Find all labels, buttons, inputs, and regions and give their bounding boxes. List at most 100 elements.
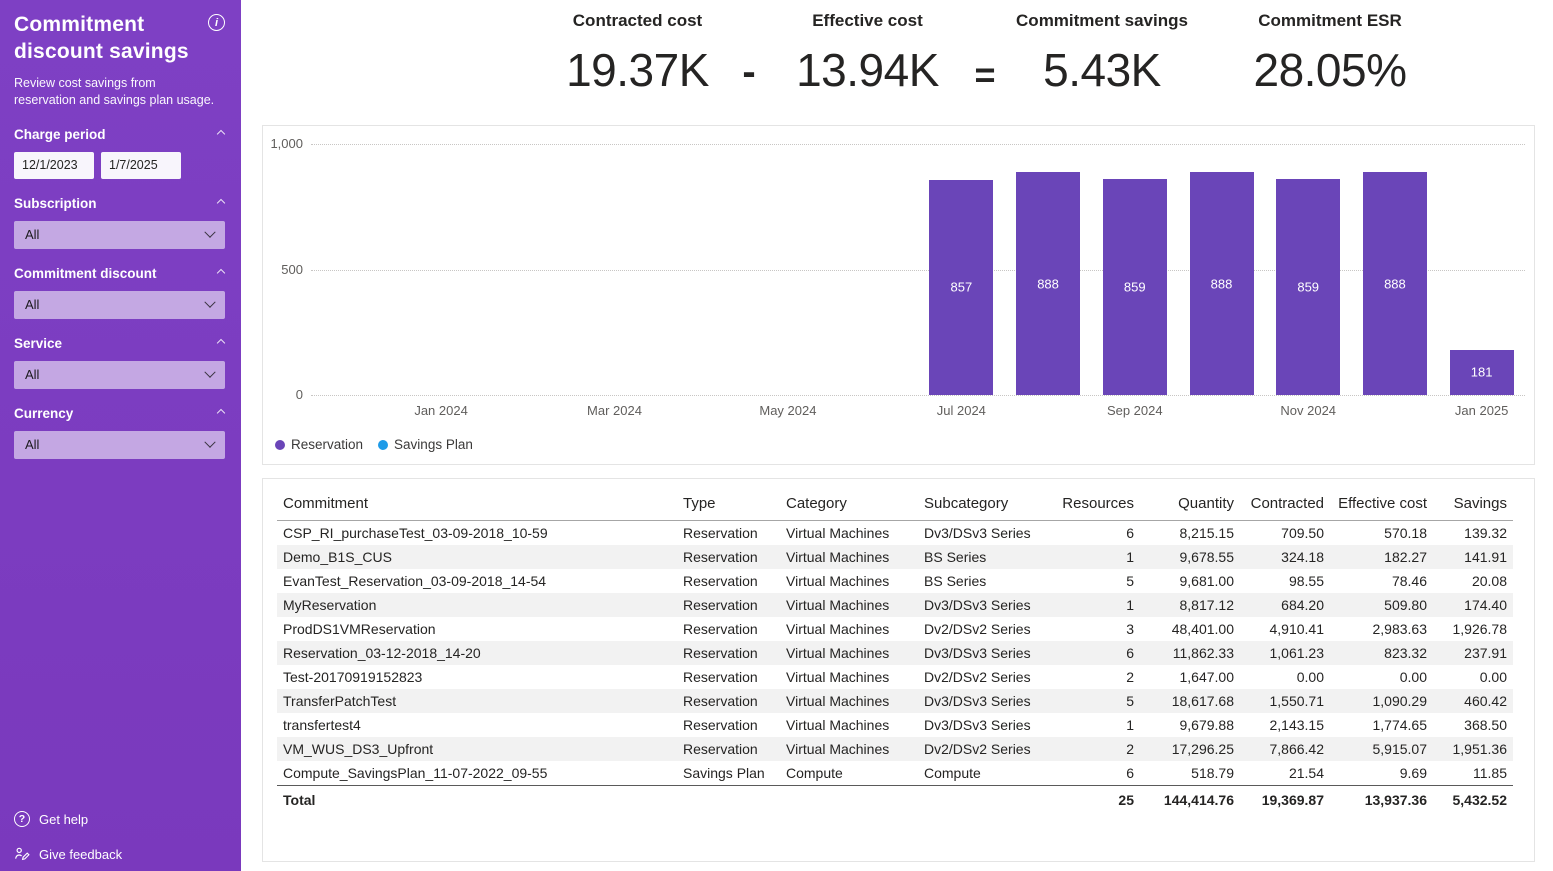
chart-plot: 0 500 1,000 Jan 2024 Mar 2024 May 2024 Jul 202…	[263, 126, 1534, 464]
bar-jan-2025[interactable]: 181	[1449, 349, 1514, 395]
total-cell: 19,369.87	[1240, 785, 1330, 812]
chevron-up-icon[interactable]	[216, 269, 226, 278]
cell: 1,951.36	[1452, 741, 1508, 757]
table-row[interactable]: ProdDS1VMReservation Reservation Virtual M…	[277, 617, 1513, 641]
bar-jul-2024[interactable]: 857	[929, 179, 994, 395]
bar-aug-2024[interactable]: 888	[1016, 172, 1081, 395]
table-row[interactable]: transfertest4 Reservation Virtual Machines…	[277, 713, 1513, 737]
subscription-dropdown[interactable]: All	[14, 220, 225, 249]
table-row[interactable]: VM_WUS_DS3_Upfront Reservation Virtual Mac…	[277, 737, 1513, 761]
table-row[interactable]: EvanTest_Reservation_03-09-2018_14-54 Res…	[277, 569, 1513, 593]
help-icon: ?	[14, 811, 30, 827]
total-cell	[918, 785, 1050, 812]
column-header-savings[interactable]: Savings	[1433, 489, 1513, 521]
feedback-icon	[15, 847, 30, 861]
table-row[interactable]: CSP_RI_purchaseTest_03-09-2018_10-59 Rese…	[277, 521, 1513, 546]
x-axis-label: Mar 2024	[587, 403, 642, 418]
service-dropdown[interactable]: All	[14, 360, 225, 389]
chevron-up-icon[interactable]	[216, 130, 226, 139]
cell: 141.91	[1464, 549, 1507, 565]
x-axis-label: Jan 2025	[1454, 403, 1509, 418]
legend-item-reservation[interactable]: Reservation	[275, 437, 363, 452]
cell: 1	[1126, 549, 1134, 565]
cell: 20.08	[1471, 573, 1507, 589]
info-icon[interactable]: i	[208, 14, 225, 31]
x-axis-label: Jul 2024	[936, 403, 986, 418]
subscription-label: Subscription	[14, 195, 97, 211]
slicer-charge-period: Charge period 12/1/2023 1/7/2025	[14, 127, 227, 179]
table-row[interactable]: Demo_B1S_CUS Reservation Virtual Machines B…	[277, 545, 1513, 569]
column-header-resources[interactable]: Resources	[1050, 489, 1140, 521]
cell: 18,617.68	[1171, 693, 1234, 709]
slicer-currency: Currency All	[14, 406, 227, 459]
column-header-quantity[interactable]: Quantity	[1140, 489, 1240, 521]
column-header-commitment[interactable]: Commitment	[277, 489, 677, 521]
legend-item-savings-plan[interactable]: Savings Plan	[378, 437, 473, 452]
cell: Virtual Machines	[786, 525, 890, 541]
cell: Dv3/DSv3 Series	[924, 597, 1031, 613]
savings-trend-chart-card: 0 500 1,000 Jan 2024 Mar 2024 May 2024 Jul 202…	[262, 125, 1535, 465]
cell: Dv3/DSv3 Series	[924, 693, 1031, 709]
slicer-service: Service All	[14, 336, 227, 389]
cell: 709.50	[1281, 525, 1324, 541]
table-row[interactable]: Reservation_03-12-2018_14-20 Reservation V…	[277, 641, 1513, 665]
bar-sep-2024[interactable]: 859	[1102, 179, 1167, 395]
bar-nov-2024[interactable]: 859	[1276, 179, 1341, 395]
give-feedback-link[interactable]: Give feedback	[14, 846, 122, 862]
cell: 3	[1126, 621, 1134, 637]
chart-legend: Reservation Savings Plan	[275, 437, 473, 452]
chevron-up-icon[interactable]	[216, 409, 226, 418]
charge-period-start-input[interactable]: 12/1/2023	[14, 151, 94, 179]
column-header-contracted[interactable]: Contracted	[1240, 489, 1330, 521]
bar-value-label: 859	[1123, 279, 1146, 295]
column-header-subcategory[interactable]: Subcategory	[918, 489, 1050, 521]
currency-label: Currency	[14, 405, 74, 421]
cell: BS Series	[924, 549, 987, 565]
cell: transfertest4	[283, 717, 361, 733]
cell: Compute	[786, 765, 843, 781]
kpi-commitment-savings-value: 5.43K	[1043, 44, 1161, 96]
cell: 8,215.15	[1179, 525, 1235, 541]
report-subtitle: Review cost savings from reservation and…	[14, 75, 215, 108]
chevron-up-icon[interactable]	[216, 199, 226, 208]
commitments-table-card: Commitment Type Category Subcategory Resourc…	[262, 478, 1535, 862]
table-row[interactable]: Test-20170919152823 Reservation Virtual Ma…	[277, 665, 1513, 689]
cell: Reservation	[683, 645, 758, 661]
commitment-discount-label: Commitment discount	[14, 265, 157, 281]
total-cell: 13,937.36	[1330, 785, 1433, 812]
total-cell	[677, 785, 780, 812]
kpi-commitment-esr-value: 28.05%	[1253, 44, 1407, 96]
x-axis-label: Nov 2024	[1280, 403, 1337, 418]
cell: 8,817.12	[1179, 597, 1235, 613]
currency-dropdown[interactable]: All	[14, 430, 225, 459]
total-cell: 5,432.52	[1433, 785, 1513, 812]
kpi-contracted-cost: Contracted cost 19.37K	[540, 11, 735, 97]
chevron-up-icon[interactable]	[216, 339, 226, 348]
cell: 1,550.71	[1269, 693, 1325, 709]
kpi-row: Contracted cost 19.37K - Effective cost …	[262, 0, 1542, 122]
commitments-table: Commitment Type Category Subcategory Resourc…	[277, 489, 1513, 812]
commitment-discount-dropdown[interactable]: All	[14, 290, 225, 319]
kpi-contracted-cost-label: Contracted cost	[572, 11, 703, 30]
column-header-category[interactable]: Category	[780, 489, 918, 521]
table-header-row: Commitment Type Category Subcategory Resourc…	[277, 489, 1513, 521]
table-row[interactable]: TransferPatchTest Reservation Virtual Mach…	[277, 689, 1513, 713]
cell: 5	[1126, 693, 1134, 709]
bar-dec-2024[interactable]: 888	[1362, 172, 1427, 395]
cell: 78.46	[1391, 573, 1427, 589]
gridline	[311, 269, 1525, 271]
cell: 182.27	[1384, 549, 1427, 565]
y-axis-label: 500	[281, 261, 303, 277]
cell: 9,681.00	[1179, 573, 1235, 589]
charge-period-end-input[interactable]: 1/7/2025	[101, 151, 181, 179]
table-row[interactable]: MyReservation Reservation Virtual Machines…	[277, 593, 1513, 617]
column-header-type[interactable]: Type	[677, 489, 780, 521]
bar-oct-2024[interactable]: 888	[1189, 172, 1254, 395]
cell: 1,774.65	[1372, 717, 1428, 733]
slicer-header: Commitment discount	[14, 266, 227, 281]
cell: 48,401.00	[1171, 621, 1234, 637]
get-help-link[interactable]: ? Get help	[14, 811, 88, 827]
column-header-effective-cost[interactable]: Effective cost	[1330, 489, 1433, 521]
total-cell	[780, 785, 918, 812]
table-row[interactable]: Compute_SavingsPlan_11-07-2022_09-55 Savi…	[277, 761, 1513, 786]
